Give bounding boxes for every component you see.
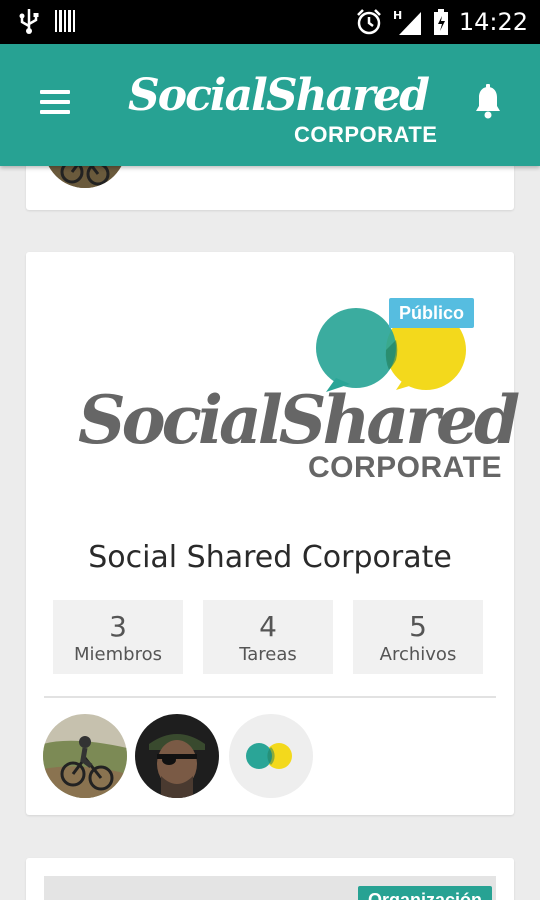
signal-icon: H	[393, 9, 421, 35]
member-logo-avatar[interactable]	[229, 714, 313, 798]
svg-text:H: H	[393, 9, 402, 22]
app-bar: SocialShared CORPORATE	[0, 44, 540, 166]
app-logo-subtitle: CORPORATE	[294, 122, 438, 147]
stat-value: 4	[259, 610, 277, 643]
cover-logo-subtitle: CORPORATE	[308, 451, 502, 484]
battery-icon	[433, 9, 448, 35]
alarm-icon	[356, 9, 381, 35]
app-logo-title: SocialShared	[128, 70, 430, 121]
clock-time: 14:22	[458, 8, 528, 36]
barcode-icon	[55, 10, 75, 32]
group-card[interactable]: Público SocialShared CORPORATE Social Sh…	[26, 252, 520, 815]
visibility-badge: Público	[388, 298, 474, 328]
stat-files[interactable]: 5 Archivos	[353, 600, 483, 674]
member-soldier-avatar[interactable]	[135, 714, 219, 798]
stat-tasks[interactable]: 4 Tareas	[203, 600, 333, 674]
cover-logo-title: SocialShared	[78, 381, 520, 459]
bell-icon[interactable]	[474, 84, 502, 120]
group-title[interactable]: Social Shared Corporate	[26, 538, 514, 578]
stat-label: Miembros	[74, 644, 162, 665]
usb-icon	[19, 9, 39, 34]
organization-badge: Organización	[357, 886, 492, 900]
stat-label: Archivos	[379, 644, 457, 665]
status-bar: H 14:22	[0, 0, 540, 44]
stat-value: 3	[109, 610, 127, 643]
stat-label: Tareas	[239, 644, 297, 665]
member-cyclist-avatar[interactable]	[43, 714, 127, 798]
next-group-card[interactable]: Organización	[26, 858, 514, 900]
stat-members[interactable]: 3 Miembros	[53, 600, 183, 674]
divider	[44, 696, 496, 698]
menu-icon[interactable]	[40, 90, 70, 118]
stat-value: 5	[409, 610, 427, 643]
